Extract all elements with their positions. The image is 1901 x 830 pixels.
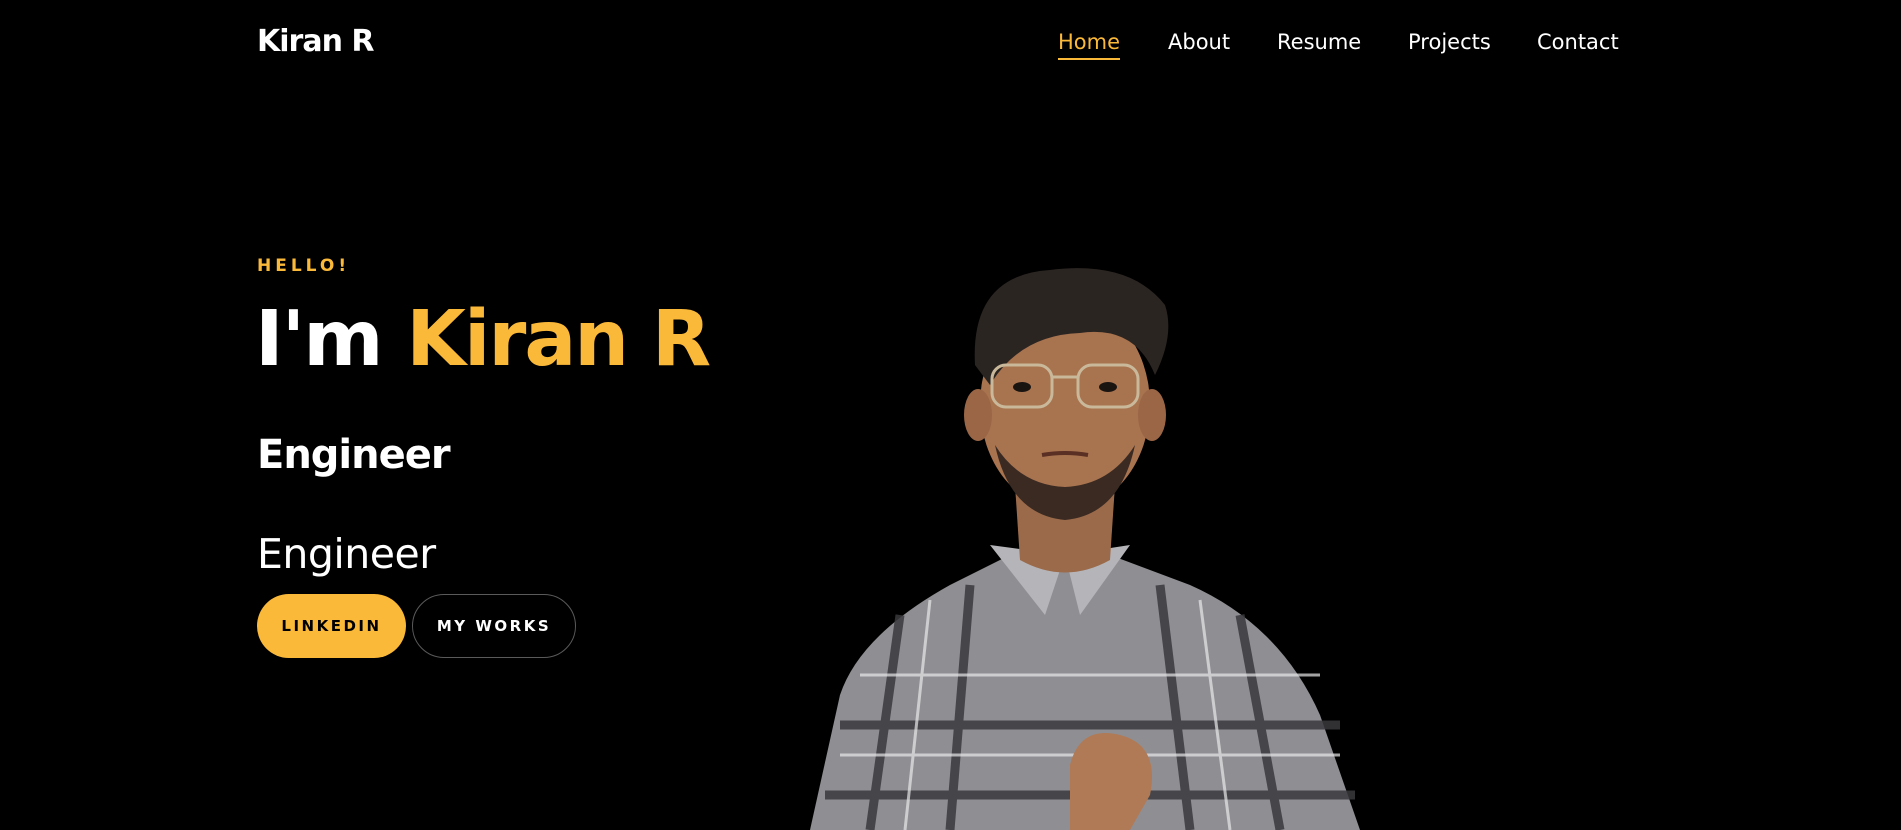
- page: Kiran R Home About Resume Projects Conta…: [0, 0, 1901, 830]
- my-works-button[interactable]: MY WORKS: [412, 594, 576, 658]
- headline-prefix: I'm: [255, 295, 383, 384]
- hero-role-title: Engineer: [257, 432, 451, 478]
- hero-greeting: HELLO!: [257, 256, 351, 276]
- hero-role-typed: Engineer: [257, 530, 436, 578]
- nav-projects[interactable]: Projects: [1408, 30, 1491, 54]
- nav-home[interactable]: Home: [1058, 30, 1121, 60]
- hero-headline: I'm Kiran R: [255, 299, 711, 381]
- headline-name: Kiran R: [406, 295, 711, 384]
- nav-resume[interactable]: Resume: [1277, 30, 1361, 54]
- nav-about[interactable]: About: [1168, 30, 1230, 54]
- site-logo[interactable]: Kiran R: [257, 24, 374, 59]
- profile-photo: [810, 268, 1360, 830]
- linkedin-button[interactable]: LINKEDIN: [257, 594, 406, 658]
- nav-contact[interactable]: Contact: [1537, 30, 1619, 54]
